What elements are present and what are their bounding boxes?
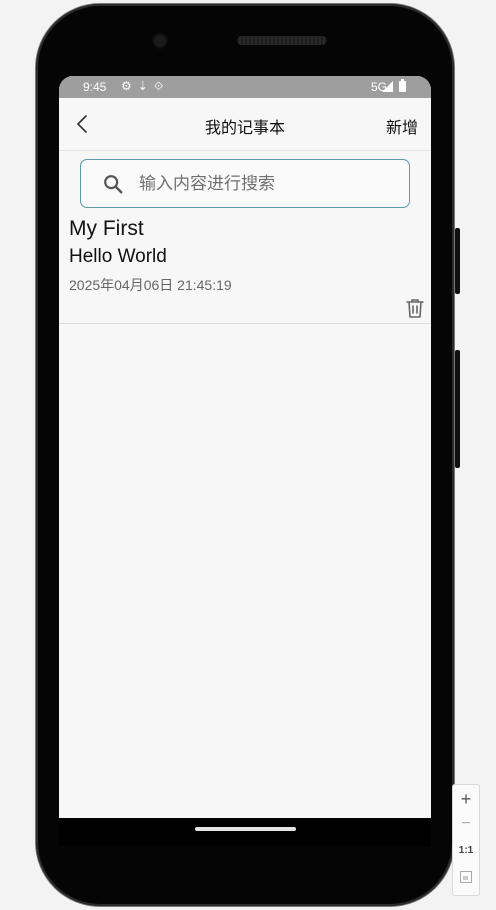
fit-screen-button[interactable]	[453, 870, 479, 889]
search-icon	[104, 175, 123, 194]
note-title: My First	[69, 217, 144, 240]
download-icon: ⇣	[137, 79, 154, 93]
emulator-canvas: 9:45 ⚙⇣⟐ 5G 我的记事本 新增 My F	[0, 0, 496, 910]
battery-icon	[399, 79, 406, 92]
add-note-button[interactable]: 新增	[386, 114, 418, 138]
actual-size-button[interactable]: 1:1	[453, 845, 479, 856]
app-bar: 我的记事本 新增	[59, 98, 431, 151]
signal-icon	[382, 81, 393, 92]
emulator-zoom-controls: + − 1:1	[452, 784, 480, 896]
search-box[interactable]	[80, 159, 410, 208]
fit-screen-icon	[460, 871, 472, 883]
status-time: 9:45	[83, 80, 107, 94]
cast-icon: ⟐	[153, 79, 170, 93]
earpiece-speaker	[237, 36, 327, 45]
trash-icon	[406, 299, 424, 318]
zoom-in-button[interactable]: +	[453, 789, 479, 810]
app-screen: 9:45 ⚙⇣⟐ 5G 我的记事本 新增 My F	[59, 76, 431, 818]
gear-icon: ⚙	[121, 79, 138, 93]
system-nav-bar	[59, 818, 431, 846]
status-icons: ⚙⇣⟐	[121, 79, 169, 94]
note-list-item[interactable]: My First Hello World 2025年04月06日 21:45:1…	[59, 216, 431, 324]
power-button[interactable]	[455, 228, 460, 294]
note-content: Hello World	[69, 246, 167, 267]
delete-note-button[interactable]	[403, 296, 427, 320]
volume-button[interactable]	[455, 350, 460, 468]
front-camera	[154, 35, 166, 47]
note-date: 2025年04月06日 21:45:19	[69, 277, 232, 293]
page-title: 我的记事本	[204, 118, 285, 137]
zoom-out-button[interactable]: −	[453, 815, 479, 833]
search-input[interactable]	[137, 160, 403, 207]
status-bar: 9:45 ⚙⇣⟐ 5G	[59, 76, 431, 98]
home-gesture-handle[interactable]	[195, 827, 296, 831]
